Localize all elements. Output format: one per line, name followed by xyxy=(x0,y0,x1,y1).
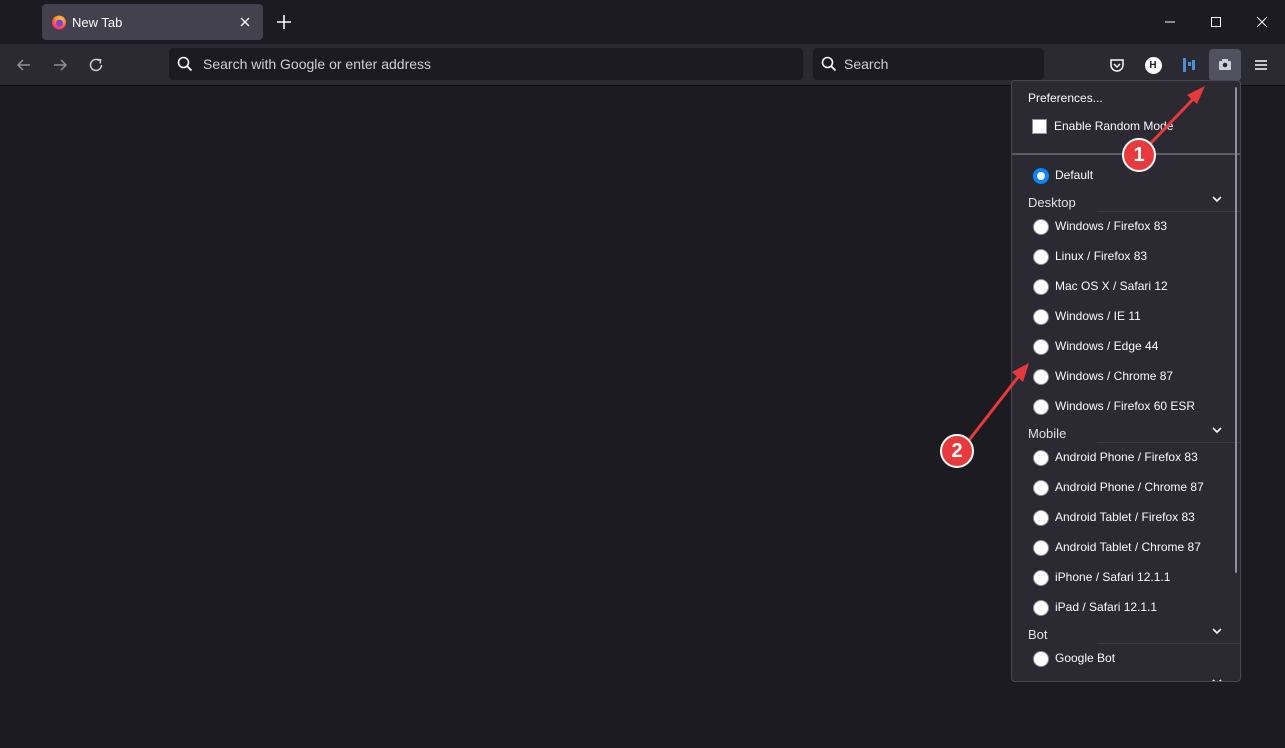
group-divider xyxy=(1097,442,1240,443)
close-tab-icon[interactable] xyxy=(235,12,255,32)
option-label: Android Tablet / Firefox 83 xyxy=(1055,510,1195,524)
minimize-icon xyxy=(1165,21,1175,23)
chevron-down-icon[interactable] xyxy=(1211,424,1223,436)
search-icon xyxy=(821,56,837,72)
radio-desktop-1[interactable] xyxy=(1033,249,1049,265)
random-mode-checkbox[interactable] xyxy=(1032,118,1047,134)
search-bar[interactable] xyxy=(813,48,1044,80)
window-close-icon xyxy=(1256,16,1268,28)
group-divider xyxy=(1097,211,1240,212)
plus-icon[interactable] xyxy=(274,12,294,32)
minimize-button[interactable] xyxy=(1147,0,1193,44)
radio-mobile-5[interactable] xyxy=(1033,600,1049,616)
radio-mobile-4[interactable] xyxy=(1033,570,1049,586)
search-icon xyxy=(177,56,193,72)
option-label: Windows / Firefox 60 ESR xyxy=(1055,399,1196,413)
user-agent-switcher-button[interactable] xyxy=(1209,49,1241,81)
radio-desktop-6[interactable] xyxy=(1033,399,1049,415)
group-desktop: Desktop xyxy=(1028,195,1076,210)
firefox-icon xyxy=(52,15,66,30)
option-label: iPad / Safari 12.1.1 xyxy=(1055,600,1158,614)
option-label: Mac OS X / Safari 12 xyxy=(1055,279,1168,293)
radio-mobile-0[interactable] xyxy=(1033,450,1049,466)
menu-button[interactable] xyxy=(1245,49,1277,81)
option-label: Windows / Firefox 83 xyxy=(1055,219,1168,233)
option-label: Android Phone / Chrome 87 xyxy=(1055,480,1204,494)
group-mobile: Mobile xyxy=(1028,426,1067,441)
pocket-icon xyxy=(1110,59,1124,72)
menu-icon xyxy=(1255,60,1267,70)
pocket-button[interactable] xyxy=(1101,49,1133,81)
address-input[interactable] xyxy=(203,48,793,80)
option-label: Linux / Firefox 83 xyxy=(1055,249,1148,263)
option-label: Android Phone / Firefox 83 xyxy=(1055,450,1198,464)
annotation-badge-2: 2 xyxy=(940,434,974,468)
radio-desktop-4[interactable] xyxy=(1033,339,1049,355)
annotation-badge-1: 1 xyxy=(1122,138,1156,172)
random-mode-label: Enable Random Mode xyxy=(1054,119,1174,133)
radio-mobile-3[interactable] xyxy=(1033,540,1049,556)
option-label: Android Tablet / Chrome 87 xyxy=(1055,540,1201,554)
reload-icon xyxy=(89,58,103,72)
option-label: Windows / Edge 44 xyxy=(1055,339,1159,353)
group-bot: Bot xyxy=(1028,627,1048,642)
back-button[interactable] xyxy=(13,54,35,76)
extension-bars-icon xyxy=(1183,58,1195,72)
extension-h-icon: H xyxy=(1144,56,1162,74)
chevron-down-icon[interactable] xyxy=(1211,676,1223,682)
option-label: Windows / IE 11 xyxy=(1055,309,1141,323)
extension-bars-button[interactable] xyxy=(1173,49,1205,81)
tab-strip: New Tab xyxy=(0,0,1285,44)
radio-desktop-2[interactable] xyxy=(1033,279,1049,295)
tab-new-tab[interactable]: New Tab xyxy=(42,4,263,40)
reload-button[interactable] xyxy=(85,54,107,76)
option-label: iPhone / Safari 12.1.1 xyxy=(1055,570,1171,584)
maximize-icon xyxy=(1211,17,1221,27)
radio-desktop-5[interactable] xyxy=(1033,369,1049,385)
option-label: Google Bot xyxy=(1055,651,1116,665)
forward-icon xyxy=(54,59,68,71)
tab-title: New Tab xyxy=(72,15,123,30)
user-agent-switcher-icon xyxy=(1219,59,1231,70)
radio-default[interactable] xyxy=(1033,168,1049,184)
radio-mobile-2[interactable] xyxy=(1033,510,1049,526)
search-input[interactable] xyxy=(844,48,1034,80)
user-agent-popup: Preferences... Enable Random Mode Defaul… xyxy=(1011,80,1241,682)
forward-button[interactable] xyxy=(49,54,71,76)
extension-h-button[interactable]: H xyxy=(1137,49,1169,81)
address-bar[interactable] xyxy=(169,48,803,80)
window-close-button[interactable] xyxy=(1239,0,1285,44)
popup-scrollbar[interactable] xyxy=(1235,87,1237,573)
group-divider xyxy=(1097,643,1240,644)
radio-mobile-1[interactable] xyxy=(1033,480,1049,496)
chevron-down-icon[interactable] xyxy=(1211,625,1223,637)
random-mode-row[interactable]: Enable Random Mode xyxy=(1032,118,1173,134)
option-label: Default xyxy=(1055,168,1094,182)
option-label: Windows / Chrome 87 xyxy=(1055,369,1174,383)
radio-bot-0[interactable] xyxy=(1033,651,1049,667)
radio-desktop-0[interactable] xyxy=(1033,219,1049,235)
chevron-down-icon[interactable] xyxy=(1211,193,1223,205)
back-icon xyxy=(16,59,30,71)
preferences-link[interactable]: Preferences... xyxy=(1028,91,1103,105)
maximize-button[interactable] xyxy=(1193,0,1239,44)
radio-desktop-3[interactable] xyxy=(1033,309,1049,325)
